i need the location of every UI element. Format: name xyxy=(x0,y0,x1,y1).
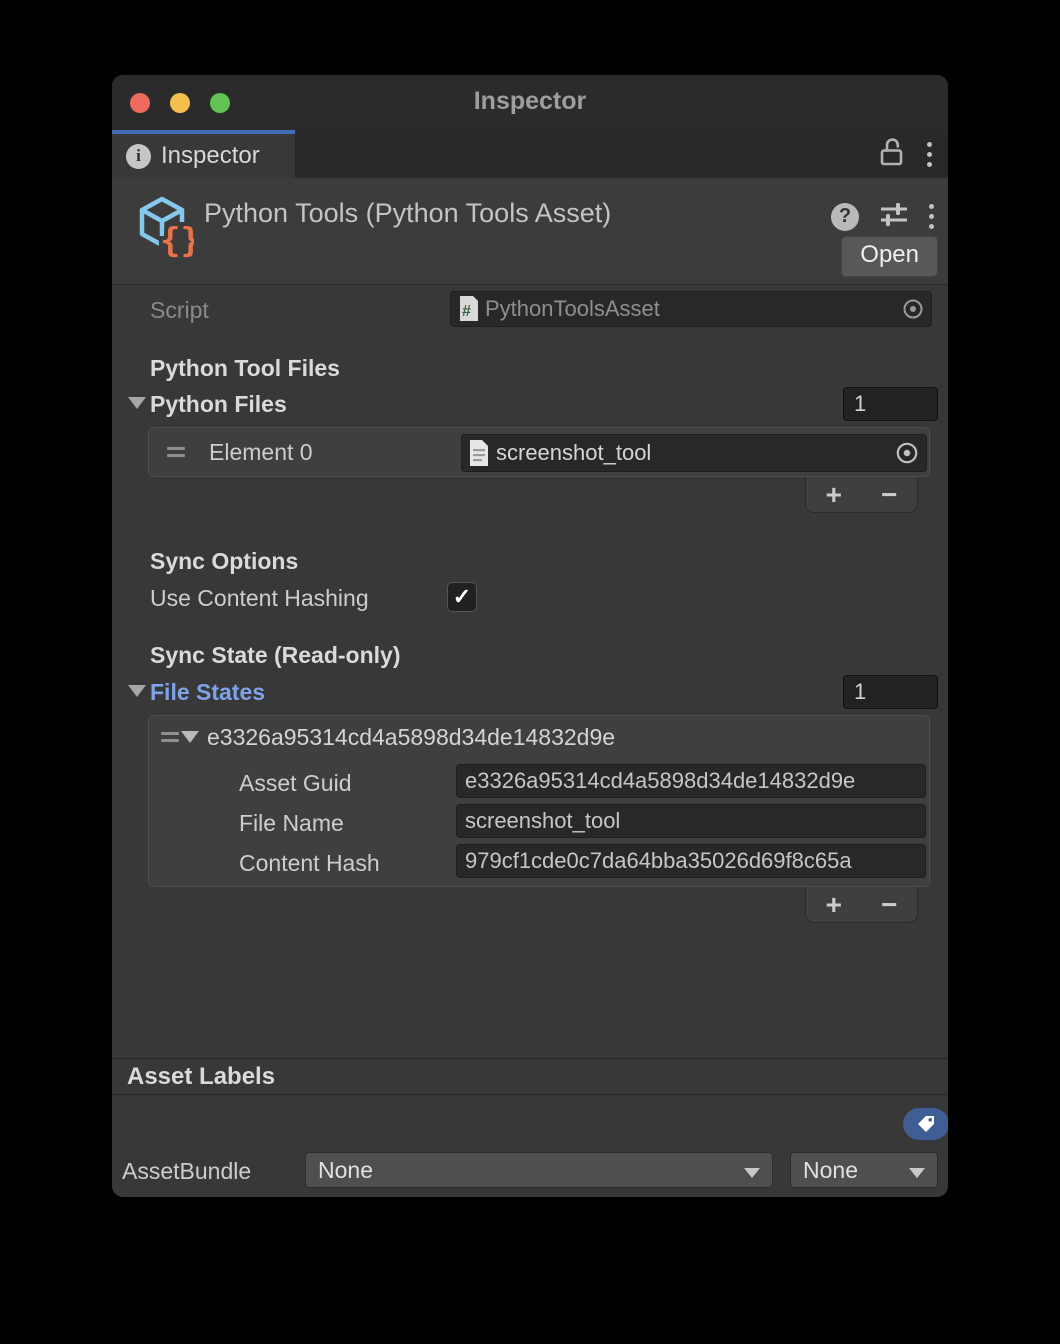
add-element-button[interactable]: + xyxy=(826,480,842,510)
element-row[interactable]: Element 0 screenshot_tool xyxy=(149,428,929,476)
content-hash-value: 979cf1cde0c7da64bba35026d69f8c65a xyxy=(465,848,852,874)
file-name-label: File Name xyxy=(239,810,344,837)
element-value: screenshot_tool xyxy=(496,440,651,466)
text-asset-icon xyxy=(468,439,490,467)
python-tool-files-heading: Python Tool Files xyxy=(150,355,340,382)
file-states-size-field[interactable]: 1 xyxy=(843,675,938,709)
assetbundle-label: AssetBundle xyxy=(122,1158,251,1185)
element-label: Element 0 xyxy=(209,439,313,466)
add-label-tag-button[interactable] xyxy=(903,1108,948,1140)
component-title: Python Tools (Python Tools Asset) xyxy=(204,198,611,229)
use-content-hashing-checkbox[interactable]: ✓ xyxy=(447,582,477,612)
sync-options-heading: Sync Options xyxy=(150,548,298,575)
info-icon: i xyxy=(126,144,151,169)
object-picker-icon[interactable] xyxy=(901,297,925,321)
asset-guid-label: Asset Guid xyxy=(239,770,352,797)
python-files-list-footer: + − xyxy=(805,477,918,513)
window-title: Inspector xyxy=(112,87,948,116)
component-menu-kebab-icon[interactable] xyxy=(929,204,934,229)
entry-foldout-icon[interactable] xyxy=(181,731,199,743)
python-files-size-field[interactable]: 1 xyxy=(843,387,938,421)
svg-text:#: # xyxy=(462,303,471,320)
tab-inspector[interactable]: i Inspector xyxy=(112,130,295,178)
file-states-foldout-icon[interactable] xyxy=(128,685,146,697)
script-label: Script xyxy=(150,297,209,324)
content-hash-label: Content Hash xyxy=(239,850,380,877)
element-object-field[interactable]: screenshot_tool xyxy=(461,434,927,472)
assetbundle-dropdown[interactable]: None xyxy=(305,1152,773,1188)
component-header: {} Python Tools (Python Tools Asset) ? O… xyxy=(112,178,948,285)
tab-label: Inspector xyxy=(161,142,260,170)
file-state-entry-header[interactable]: e3326a95314cd4a5898d34de14832d9e xyxy=(149,716,929,758)
file-states-list-footer: + − xyxy=(805,887,918,923)
content-hash-field[interactable]: 979cf1cde0c7da64bba35026d69f8c65a xyxy=(456,844,926,878)
drag-handle-icon[interactable] xyxy=(167,443,185,461)
python-files-foldout-label[interactable]: Python Files xyxy=(150,391,287,418)
add-file-state-button[interactable]: + xyxy=(826,890,842,920)
file-states-list: e3326a95314cd4a5898d34de14832d9e Asset G… xyxy=(148,715,930,887)
window-titlebar[interactable]: Inspector xyxy=(112,75,948,130)
tag-icon xyxy=(915,1113,937,1135)
open-button[interactable]: Open xyxy=(841,236,938,277)
asset-labels-header[interactable]: Asset Labels xyxy=(112,1058,948,1095)
svg-text:{}: {} xyxy=(160,221,194,260)
inspector-window: Inspector i Inspector {} xyxy=(112,75,948,1197)
chevron-down-icon xyxy=(909,1168,925,1178)
tab-menu-kebab-icon[interactable] xyxy=(927,142,932,167)
tab-bar: i Inspector xyxy=(112,130,948,178)
script-value: PythonToolsAsset xyxy=(485,296,660,322)
python-files-list: Element 0 screenshot_tool xyxy=(148,427,930,477)
remove-file-state-button[interactable]: − xyxy=(881,890,897,920)
remove-element-button[interactable]: − xyxy=(881,480,897,510)
csharp-script-icon: # xyxy=(457,295,481,323)
file-name-value: screenshot_tool xyxy=(465,808,620,834)
presets-icon[interactable] xyxy=(879,200,909,233)
unlock-icon[interactable] xyxy=(879,137,905,172)
entry-guid-title: e3326a95314cd4a5898d34de14832d9e xyxy=(207,724,615,751)
object-picker-icon[interactable] xyxy=(894,440,920,466)
asset-guid-field[interactable]: e3326a95314cd4a5898d34de14832d9e xyxy=(456,764,926,798)
file-name-field[interactable]: screenshot_tool xyxy=(456,804,926,838)
asset-labels-title: Asset Labels xyxy=(127,1063,275,1091)
script-object-field[interactable]: # PythonToolsAsset xyxy=(450,291,932,327)
asset-guid-value: e3326a95314cd4a5898d34de14832d9e xyxy=(465,768,855,794)
chevron-down-icon xyxy=(744,1168,760,1178)
assetbundle-variant-value: None xyxy=(803,1157,858,1184)
use-content-hashing-label: Use Content Hashing xyxy=(150,585,369,612)
file-states-foldout-label[interactable]: File States xyxy=(150,679,265,706)
python-files-foldout-icon[interactable] xyxy=(128,397,146,409)
help-icon[interactable]: ? xyxy=(831,203,859,231)
sync-state-heading: Sync State (Read-only) xyxy=(150,642,401,669)
drag-handle-icon[interactable] xyxy=(161,728,179,746)
python-tools-asset-icon: {} xyxy=(132,192,194,265)
assetbundle-variant-dropdown[interactable]: None xyxy=(790,1152,938,1188)
assetbundle-value: None xyxy=(318,1157,373,1184)
